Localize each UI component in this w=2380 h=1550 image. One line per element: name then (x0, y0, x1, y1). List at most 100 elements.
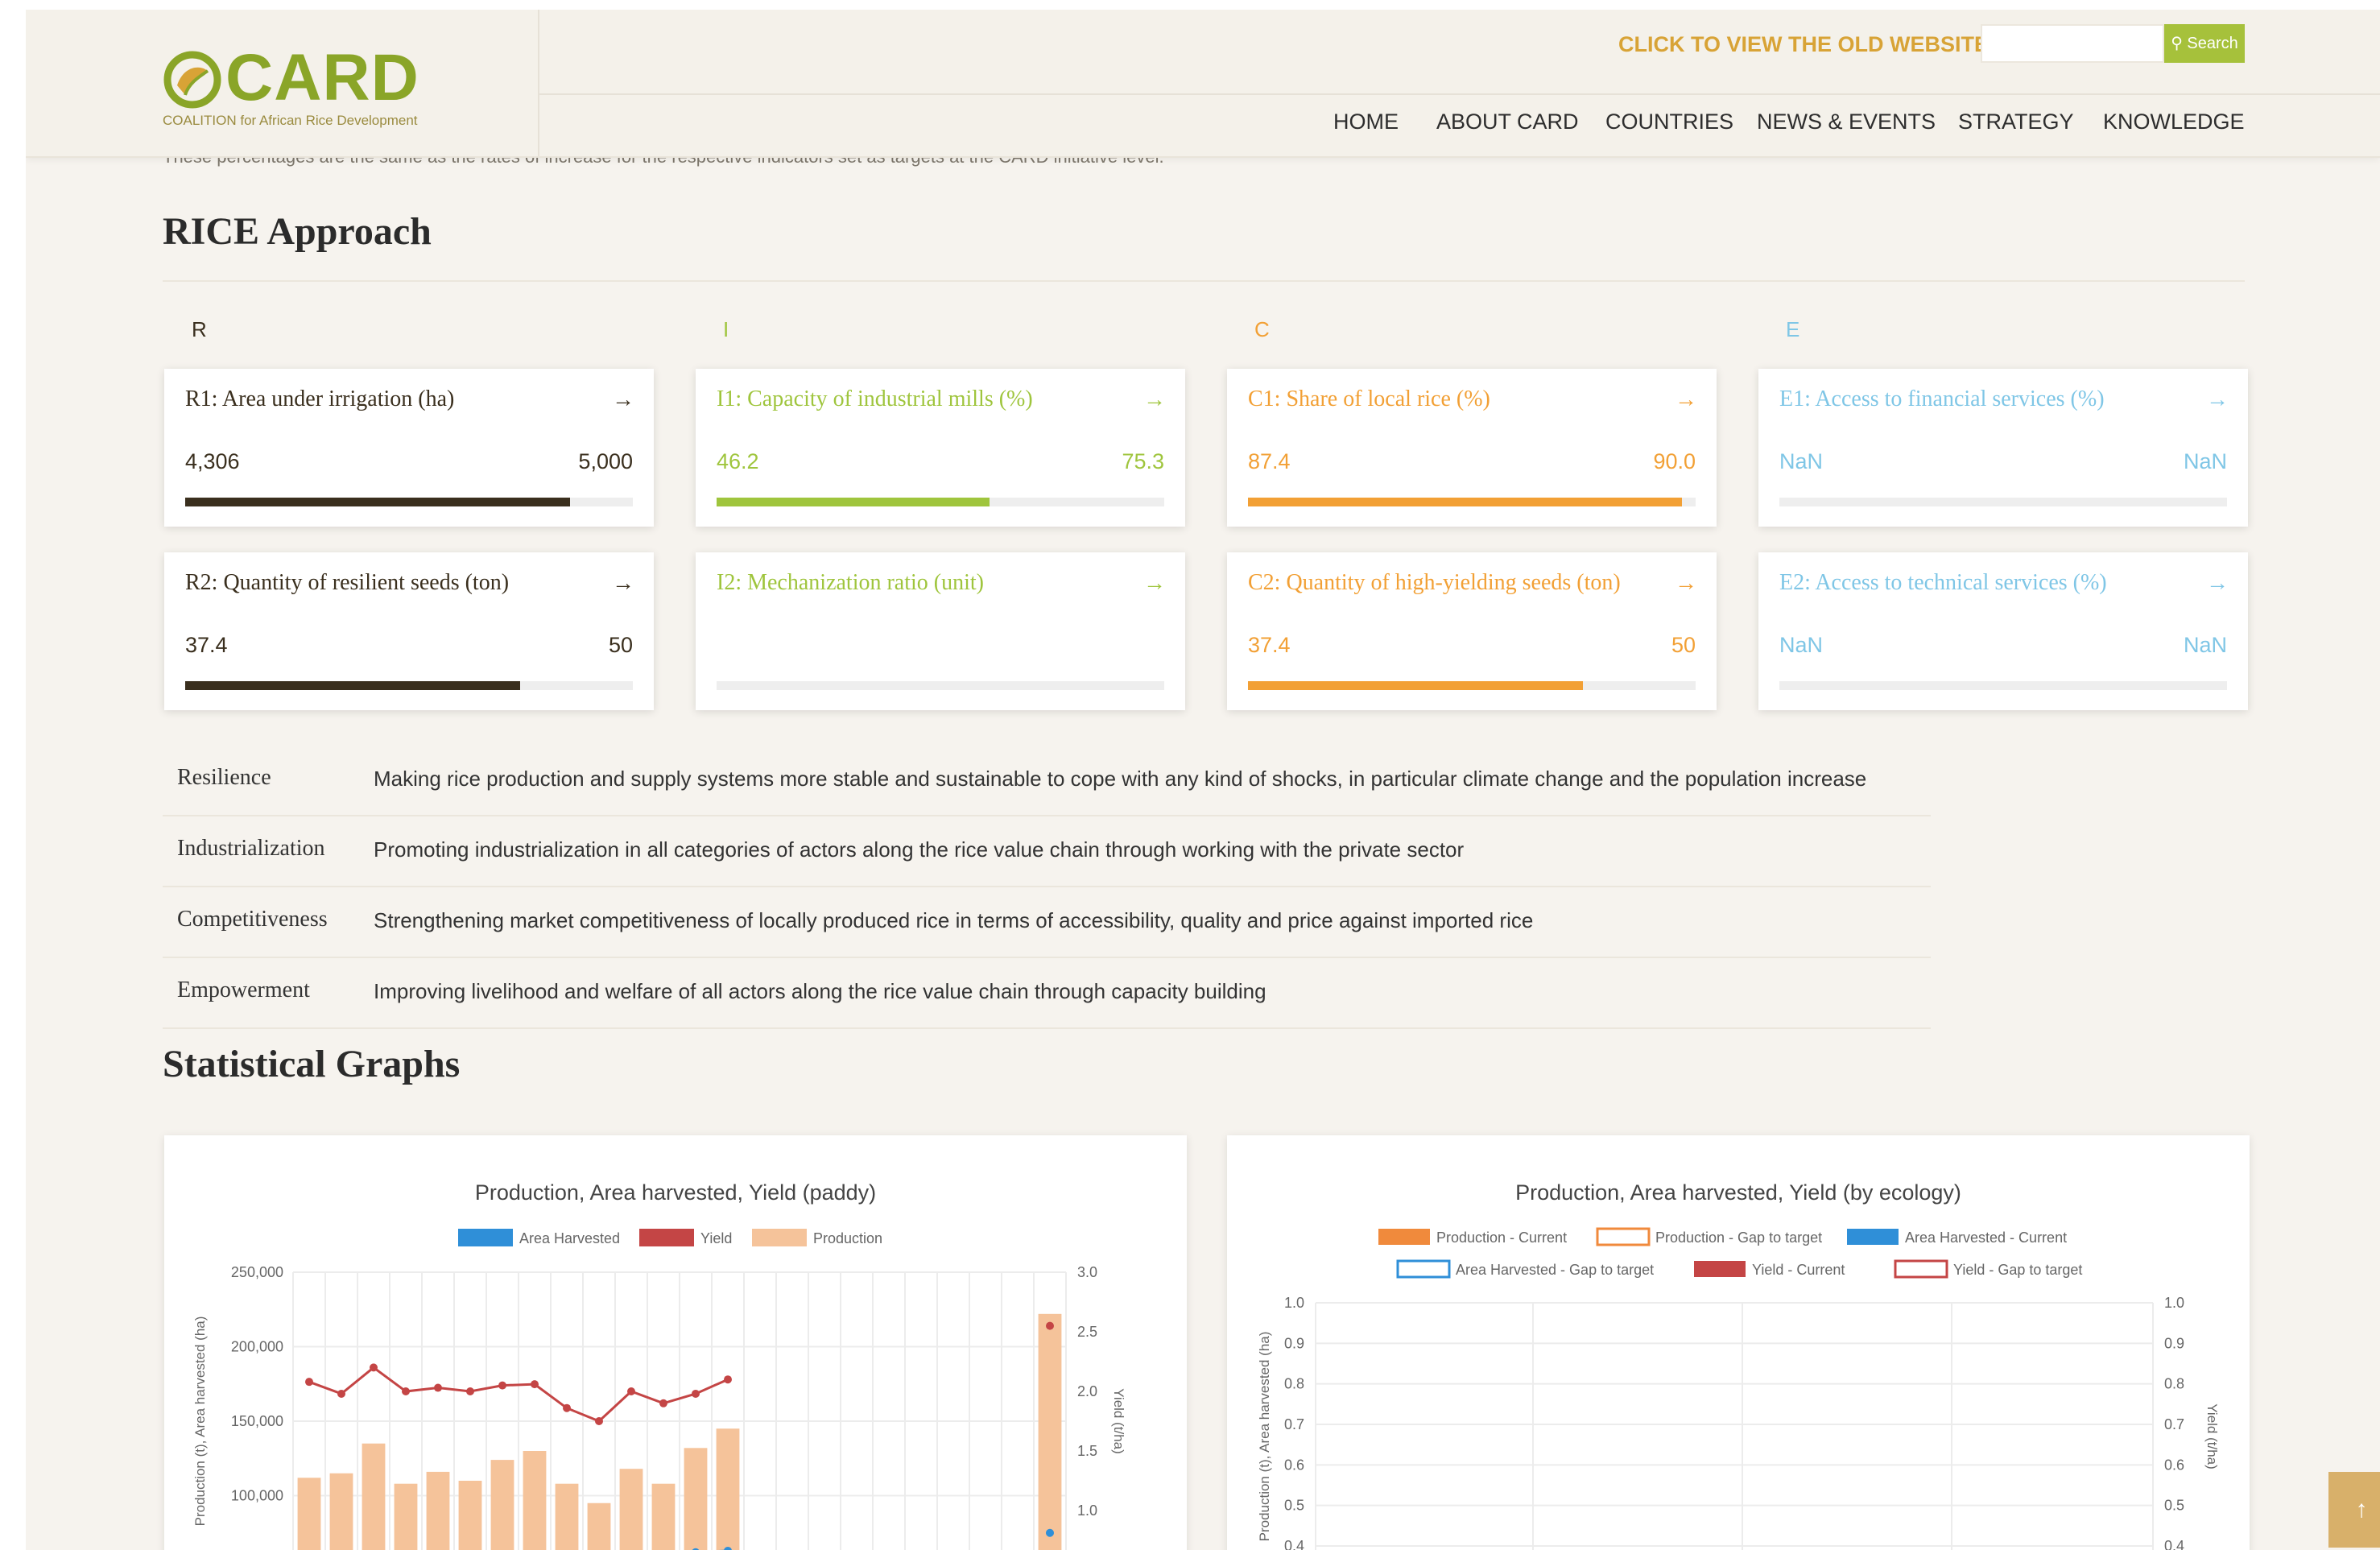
progress-fill (717, 498, 990, 506)
y-tick-label: 100,000 (231, 1488, 283, 1504)
y-tick-label: 0.9 (1284, 1335, 1304, 1351)
logo-tagline: COALITION for African Rice Development (163, 113, 418, 128)
legend-swatch (639, 1229, 694, 1246)
chart-panel-paddy: Production, Area harvested, Yield (paddy… (164, 1135, 1187, 1550)
legend-label: Area Harvested (519, 1230, 620, 1246)
arrow-right-icon[interactable]: → (2206, 570, 2229, 596)
logo-text: CARD (225, 41, 419, 114)
indicator-target: 5,000 (578, 449, 633, 473)
indicator-card-r1[interactable]: R1: Area under irrigation (ha) → 4,306 5… (164, 369, 654, 527)
indicator-title: R2: Quantity of resilient seeds (ton) (185, 570, 510, 595)
progress-fill (185, 498, 571, 506)
legend-label: Yield (700, 1230, 732, 1246)
indicator-current: 37.4 (185, 633, 228, 657)
search-input[interactable] (1981, 24, 2164, 63)
production-bar (716, 1428, 740, 1550)
production-bar (329, 1473, 353, 1550)
production-bar (362, 1443, 386, 1550)
y-tick-label: 150,000 (231, 1413, 283, 1429)
progress-track (1779, 681, 2227, 690)
nav-countries[interactable]: COUNTRIES (1605, 110, 1733, 142)
indicator-target: NaN (2183, 633, 2227, 657)
progress-track (1248, 681, 1696, 690)
nav-knowledge[interactable]: KNOWLEDGE (2103, 110, 2245, 142)
column-letter-e: E (1786, 317, 1800, 341)
page: CARD COALITION for African Rice Developm… (26, 10, 2380, 1550)
indicator-card-c2[interactable]: C2: Quantity of high-yielding seeds (ton… (1227, 552, 1717, 710)
column-letter-c: C (1254, 317, 1270, 341)
definition-desc: Strengthening market competitiveness of … (374, 908, 1534, 932)
header-divider (538, 10, 539, 156)
legend-swatch (458, 1229, 513, 1246)
y-tick-label: 0.4 (1284, 1538, 1304, 1550)
definition-term: Industrialization (177, 836, 325, 861)
y2-tick-label: 3.0 (1077, 1264, 1097, 1280)
card-logo[interactable]: CARD COALITION for African Rice Developm… (163, 40, 501, 137)
legend-swatch (752, 1229, 807, 1246)
indicator-card-i1[interactable]: I1: Capacity of industrial mills (%) → 4… (696, 369, 1185, 527)
chart-panel-ecology: Production, Area harvested, Yield (by ec… (1227, 1135, 2250, 1550)
legend-swatch (1894, 1259, 1948, 1279)
search-button[interactable]: ⚲ Search (2164, 24, 2245, 63)
arrow-right-icon[interactable]: → (1675, 386, 1697, 412)
y2-axis-label: Yield (t/ha) (2204, 1403, 2220, 1469)
indicator-card-i2[interactable]: I2: Mechanization ratio (unit) → (696, 552, 1185, 710)
y2-tick-label: 0.4 (2164, 1538, 2184, 1550)
yield-point (402, 1387, 410, 1395)
y2-tick-label: 0.9 (2164, 1335, 2184, 1351)
arrow-right-icon[interactable]: → (1143, 386, 1166, 412)
production-bar (458, 1481, 482, 1550)
rice-leaf-logo-icon (163, 51, 221, 109)
y2-tick-label: 0.6 (2164, 1457, 2184, 1473)
legend-label: Production (813, 1230, 882, 1246)
indicator-card-c1[interactable]: C1: Share of local rice (%) → 87.4 90.0 (1227, 369, 1717, 527)
indicator-current: 4,306 (185, 449, 240, 473)
y2-tick-label: 2.0 (1077, 1383, 1097, 1399)
yield-point (659, 1399, 667, 1407)
arrow-right-icon[interactable]: → (612, 570, 634, 596)
indicator-card-r2[interactable]: R2: Quantity of resilient seeds (ton) → … (164, 552, 654, 710)
indicator-current: 37.4 (1248, 633, 1291, 657)
production-bar (490, 1460, 514, 1550)
yield-point (305, 1378, 313, 1387)
y-tick-label: 0.8 (1284, 1376, 1304, 1392)
y-tick-label: 200,000 (231, 1339, 283, 1355)
legend-swatch (1847, 1229, 1899, 1245)
search-icon: ⚲ (2171, 35, 2183, 52)
nav-strategy[interactable]: STRATEGY (1958, 110, 2074, 142)
indicator-title: E1: Access to financial services (%) (1779, 386, 2105, 411)
nav-news-events[interactable]: NEWS & EVENTS (1757, 110, 1936, 142)
y2-tick-label: 2.5 (1077, 1324, 1097, 1340)
definition-desc: Making rice production and supply system… (374, 767, 1867, 791)
legend-label: Production - Current (1436, 1230, 1567, 1246)
area-harvested-point (1046, 1528, 1054, 1537)
yield-point (337, 1389, 345, 1398)
chart-title: Production, Area harvested, Yield (paddy… (475, 1180, 876, 1205)
y2-tick-label: 0.8 (2164, 1376, 2184, 1392)
arrow-right-icon[interactable]: → (1143, 570, 1166, 596)
yield-point (434, 1383, 442, 1392)
y2-axis-label: Yield (t/ha) (1111, 1388, 1126, 1454)
arrow-right-icon[interactable]: → (612, 386, 634, 412)
progress-fill (1248, 681, 1583, 690)
production-bar (555, 1483, 579, 1550)
indicator-card-e1[interactable]: E1: Access to financial services (%) → N… (1758, 369, 2248, 527)
y2-tick-label: 1.0 (1077, 1502, 1097, 1519)
nav-about-card[interactable]: ABOUT CARD (1436, 110, 1579, 142)
y2-tick-label: 1.0 (2164, 1295, 2184, 1311)
indicator-current: NaN (1779, 449, 1824, 473)
indicator-target: 50 (608, 633, 633, 657)
production-bar (297, 1478, 321, 1550)
arrow-right-icon[interactable]: → (2206, 386, 2229, 412)
progress-fill (1248, 498, 1683, 506)
old-website-link[interactable]: CLICK TO VIEW THE OLD WEBSITE (1618, 32, 1989, 57)
scroll-top-button[interactable]: ↑ (2328, 1472, 2380, 1548)
indicator-card-e2[interactable]: E2: Access to technical services (%) → N… (1758, 552, 2248, 710)
legend-label: Area Harvested - Gap to target (1456, 1262, 1654, 1278)
progress-fill (185, 681, 520, 690)
arrow-right-icon[interactable]: → (1675, 570, 1697, 596)
nav-home[interactable]: HOME (1333, 110, 1399, 142)
indicator-title: I1: Capacity of industrial mills (%) (717, 386, 1033, 411)
legend-label: Yield - Gap to target (1953, 1262, 2082, 1278)
legend-swatch (1596, 1227, 1651, 1246)
